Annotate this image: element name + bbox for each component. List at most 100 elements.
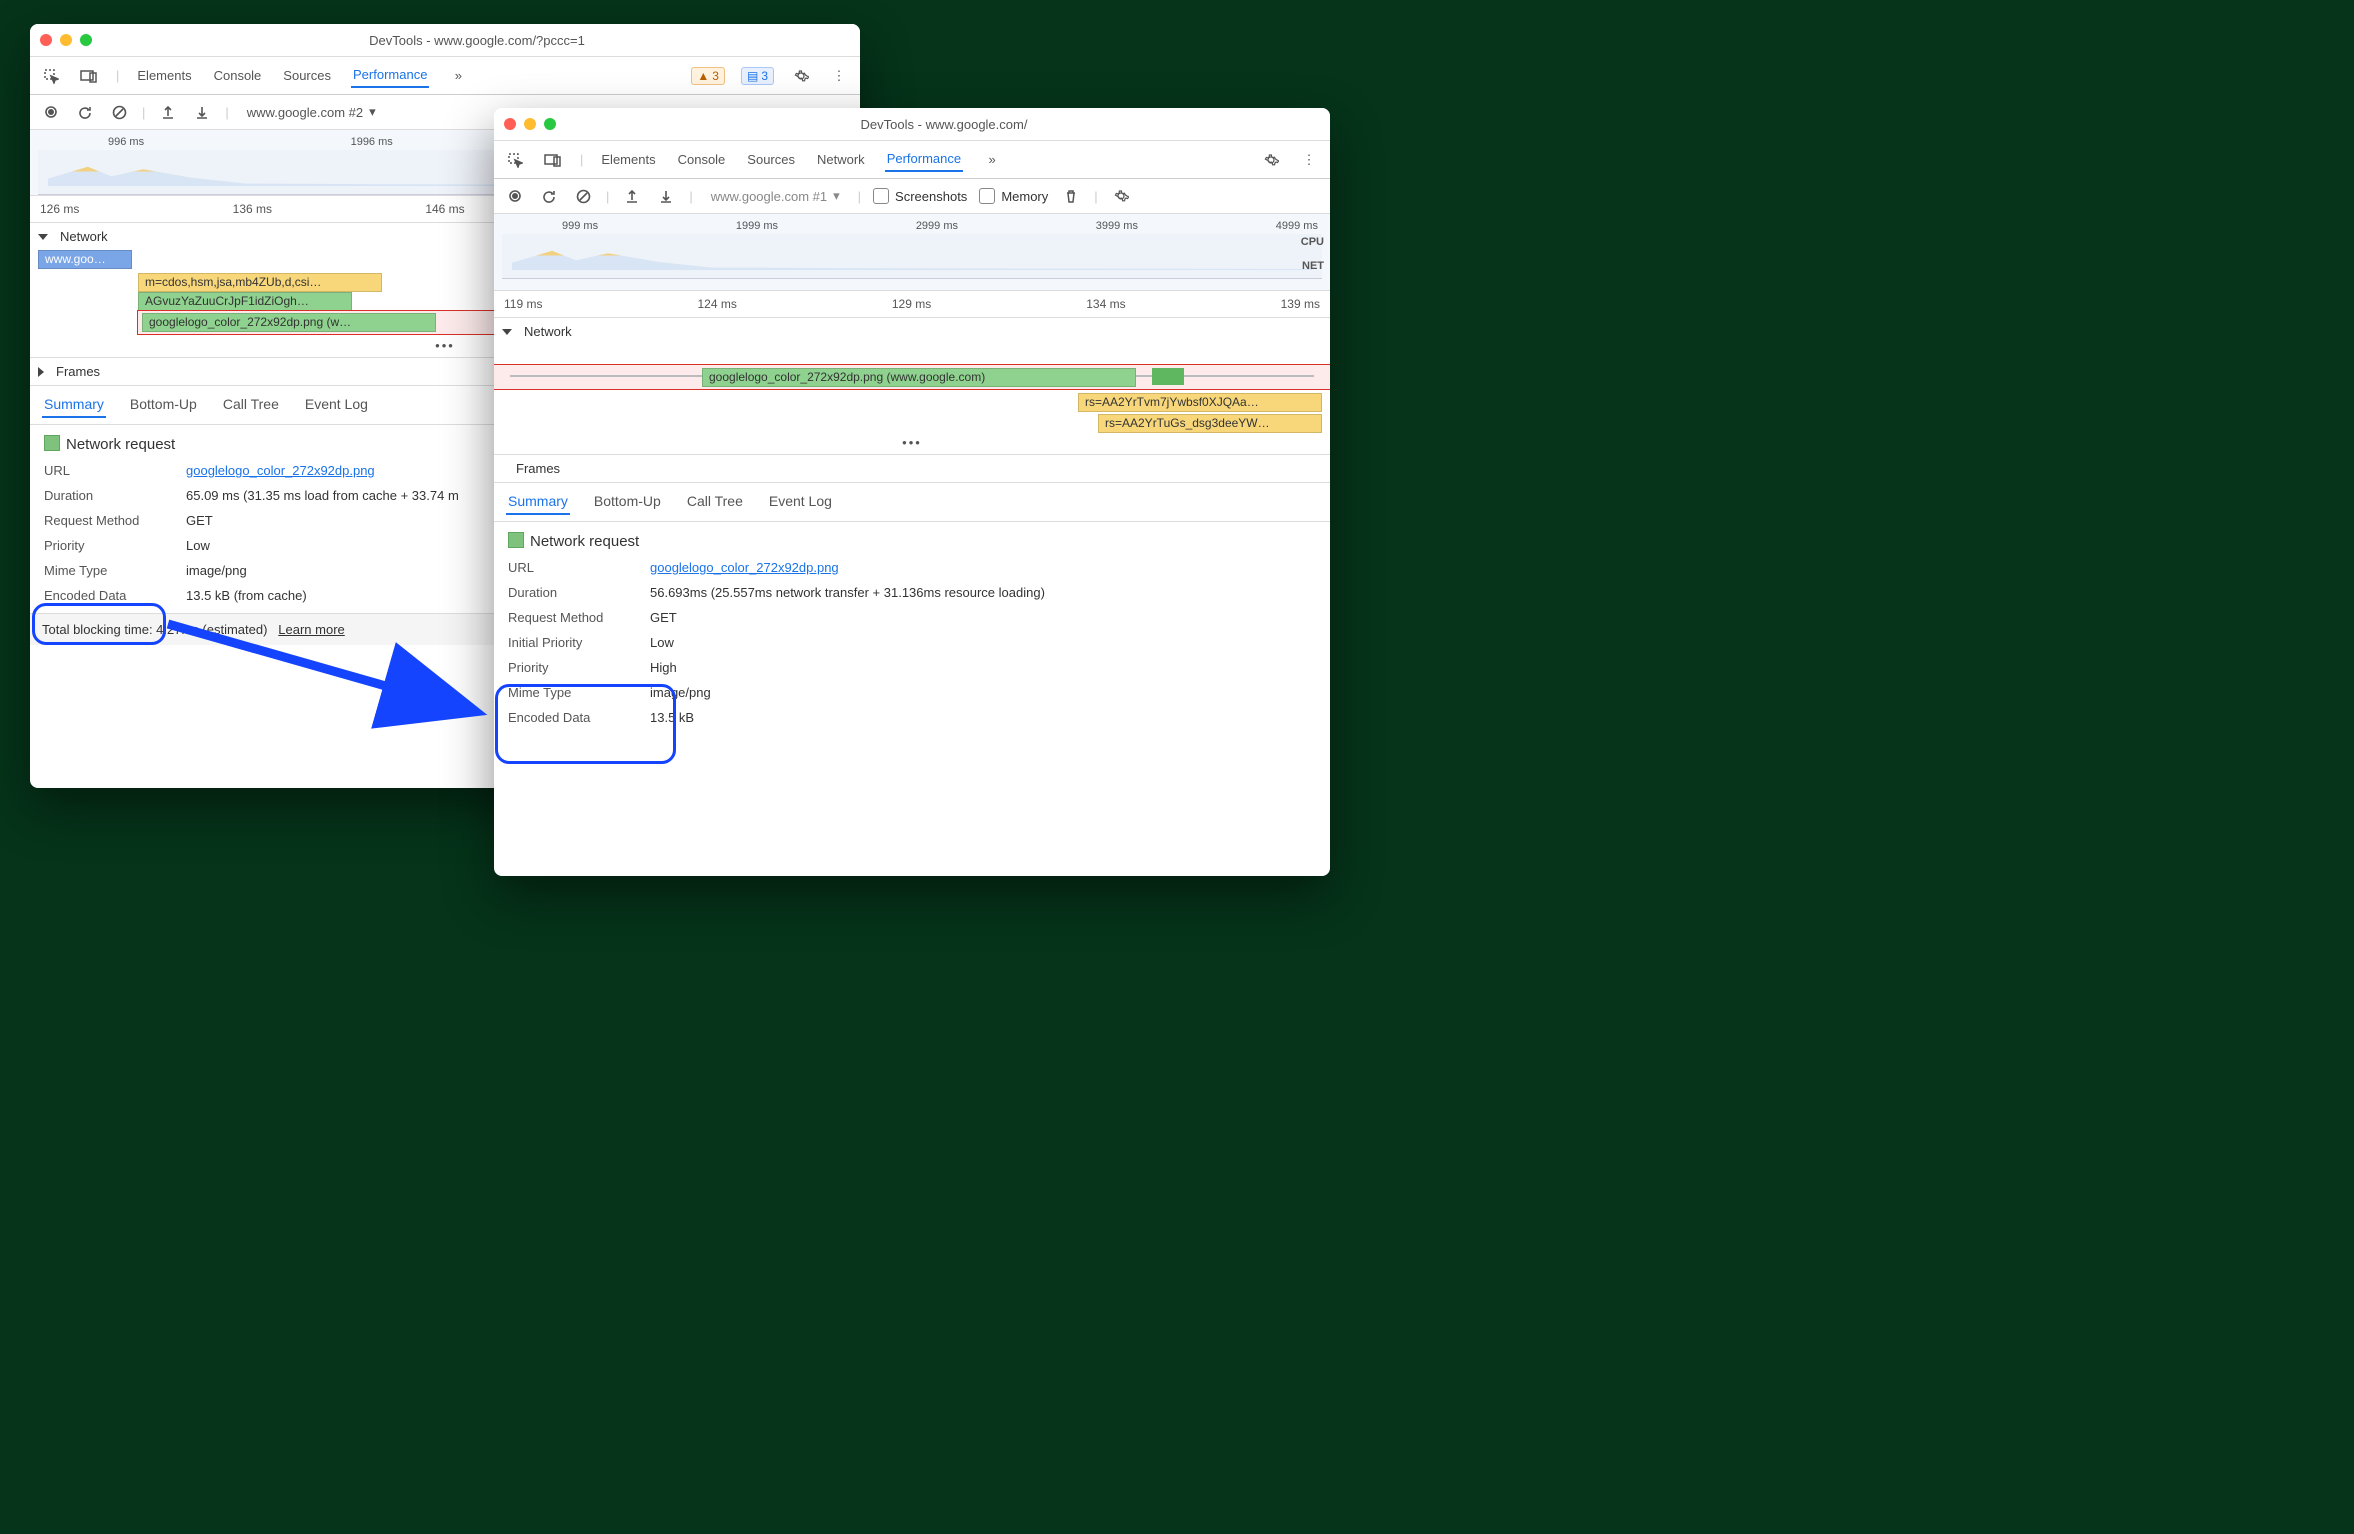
priority-value: Low [186, 538, 210, 553]
reload-icon[interactable] [538, 185, 560, 207]
duration-value: 65.09 ms (31.35 ms load from cache + 33.… [186, 488, 459, 503]
tab-bottom-up[interactable]: Bottom-Up [128, 392, 199, 418]
gear-icon[interactable] [1260, 149, 1282, 171]
network-row[interactable]: rs=AA2YrTuGs_dsg3deeYW… [1098, 414, 1322, 433]
net-label: NET [1301, 260, 1324, 272]
kebab-icon[interactable]: ⋮ [1298, 149, 1320, 171]
warnings-count: 3 [712, 69, 719, 83]
tab-elements[interactable]: Elements [135, 64, 193, 87]
recording-selector[interactable]: www.google.com #2▾ [241, 102, 382, 122]
encoded-value: 13.5 kB (from cache) [186, 588, 307, 603]
tick: 2999 ms [916, 220, 958, 232]
panel-title: Network request [66, 436, 175, 453]
color-swatch [44, 435, 60, 451]
reload-icon[interactable] [74, 101, 96, 123]
device-toggle-icon[interactable] [78, 65, 100, 87]
kebab-icon[interactable]: ⋮ [828, 65, 850, 87]
memory-checkbox[interactable]: Memory [979, 188, 1048, 204]
recording-selector[interactable]: www.google.com #1▾ [705, 186, 846, 206]
tab-event-log[interactable]: Event Log [767, 489, 834, 515]
tick: 4999 ms [1276, 220, 1318, 232]
ellipsis-icon[interactable]: ••• [494, 435, 1330, 454]
tick: 1996 ms [351, 136, 393, 148]
encoded-value: 13.5 kB [650, 710, 694, 725]
tab-bottom-up[interactable]: Bottom-Up [592, 489, 663, 515]
network-row[interactable]: www.goo… [38, 250, 132, 269]
chevron-down-icon: ▾ [369, 104, 376, 120]
record-icon[interactable] [40, 101, 62, 123]
request-url-link[interactable]: googlelogo_color_272x92dp.png [186, 463, 375, 478]
info-badge[interactable]: ▤ 3 [741, 67, 774, 85]
tab-summary[interactable]: Summary [506, 489, 570, 515]
chevron-right-icon [38, 367, 44, 377]
tab-sources[interactable]: Sources [745, 148, 797, 171]
summary-panel: Network request URLgooglelogo_color_272x… [494, 522, 1330, 735]
tick: 996 ms [108, 136, 144, 148]
upload-icon[interactable] [157, 101, 179, 123]
download-icon[interactable] [655, 185, 677, 207]
download-icon[interactable] [191, 101, 213, 123]
tab-network[interactable]: Network [815, 148, 867, 171]
duration-value: 56.693ms (25.557ms network transfer + 31… [650, 585, 1045, 600]
tab-sources[interactable]: Sources [281, 64, 333, 87]
close-icon[interactable] [40, 34, 52, 46]
tab-performance[interactable]: Performance [351, 63, 429, 88]
more-tabs-icon[interactable]: » [981, 149, 1003, 171]
request-url-link[interactable]: googlelogo_color_272x92dp.png [650, 560, 839, 575]
tick: 999 ms [562, 220, 598, 232]
chevron-down-icon [38, 234, 48, 240]
inspect-icon[interactable] [504, 149, 526, 171]
network-section-header[interactable]: Network [494, 318, 1330, 345]
mime-value: image/png [186, 563, 247, 578]
panel-title: Network request [530, 533, 639, 550]
network-row[interactable]: m=cdos,hsm,jsa,mb4ZUb,d,csi… [138, 273, 382, 292]
priority-value: High [650, 660, 677, 675]
method-value: GET [650, 610, 677, 625]
close-icon[interactable] [504, 118, 516, 130]
initial-priority-value: Low [650, 635, 674, 650]
tab-elements[interactable]: Elements [599, 148, 657, 171]
device-toggle-icon[interactable] [542, 149, 564, 171]
inspect-icon[interactable] [40, 65, 62, 87]
ruler[interactable]: 119 ms 124 ms 129 ms 134 ms 139 ms [494, 291, 1330, 318]
perf-subtoolbar: | | www.google.com #1▾ | Screenshots Mem… [494, 179, 1330, 214]
devtools-window-b: DevTools - www.google.com/ | Elements Co… [494, 108, 1330, 876]
maximize-icon[interactable] [544, 118, 556, 130]
network-row[interactable]: AGvuzYaZuuCrJpF1idZiOgh… [138, 292, 352, 311]
tab-strip: | Elements Console Sources Performance »… [30, 57, 860, 95]
chevron-down-icon: ▾ [833, 188, 840, 204]
color-swatch [508, 532, 524, 548]
tab-performance[interactable]: Performance [885, 147, 963, 172]
chevron-down-icon [502, 329, 512, 335]
more-tabs-icon[interactable]: » [447, 65, 469, 87]
network-row[interactable]: rs=AA2YrTvm7jYwbsf0XJQAa… [1078, 393, 1322, 412]
window-title: DevTools - www.google.com/?pccc=1 [104, 33, 850, 48]
clear-icon[interactable] [572, 185, 594, 207]
warnings-badge[interactable]: ▲ 3 [691, 67, 725, 85]
record-icon[interactable] [504, 185, 526, 207]
learn-more-link[interactable]: Learn more [278, 622, 344, 637]
screenshots-checkbox[interactable]: Screenshots [873, 188, 967, 204]
clear-icon[interactable] [108, 101, 130, 123]
maximize-icon[interactable] [80, 34, 92, 46]
tab-summary[interactable]: Summary [42, 392, 106, 418]
tab-call-tree[interactable]: Call Tree [221, 392, 281, 418]
titlebar: DevTools - www.google.com/?pccc=1 [30, 24, 860, 57]
tab-console[interactable]: Console [212, 64, 264, 87]
overview-timeline[interactable]: 999 ms 1999 ms 2999 ms 3999 ms 4999 ms C… [494, 214, 1330, 291]
tab-call-tree[interactable]: Call Tree [685, 489, 745, 515]
tab-event-log[interactable]: Event Log [303, 392, 370, 418]
minimize-icon[interactable] [524, 118, 536, 130]
titlebar: DevTools - www.google.com/ [494, 108, 1330, 141]
trash-icon[interactable] [1060, 185, 1082, 207]
frames-section-header[interactable]: Frames [494, 454, 1330, 483]
gear-icon[interactable] [790, 65, 812, 87]
tick: 3999 ms [1096, 220, 1138, 232]
info-count: 3 [761, 69, 768, 83]
minimize-icon[interactable] [60, 34, 72, 46]
network-row-highlighted[interactable]: googlelogo_color_272x92dp.png (www.googl… [494, 365, 1330, 389]
upload-icon[interactable] [621, 185, 643, 207]
gear-icon[interactable] [1110, 185, 1132, 207]
tab-console[interactable]: Console [676, 148, 728, 171]
method-value: GET [186, 513, 213, 528]
